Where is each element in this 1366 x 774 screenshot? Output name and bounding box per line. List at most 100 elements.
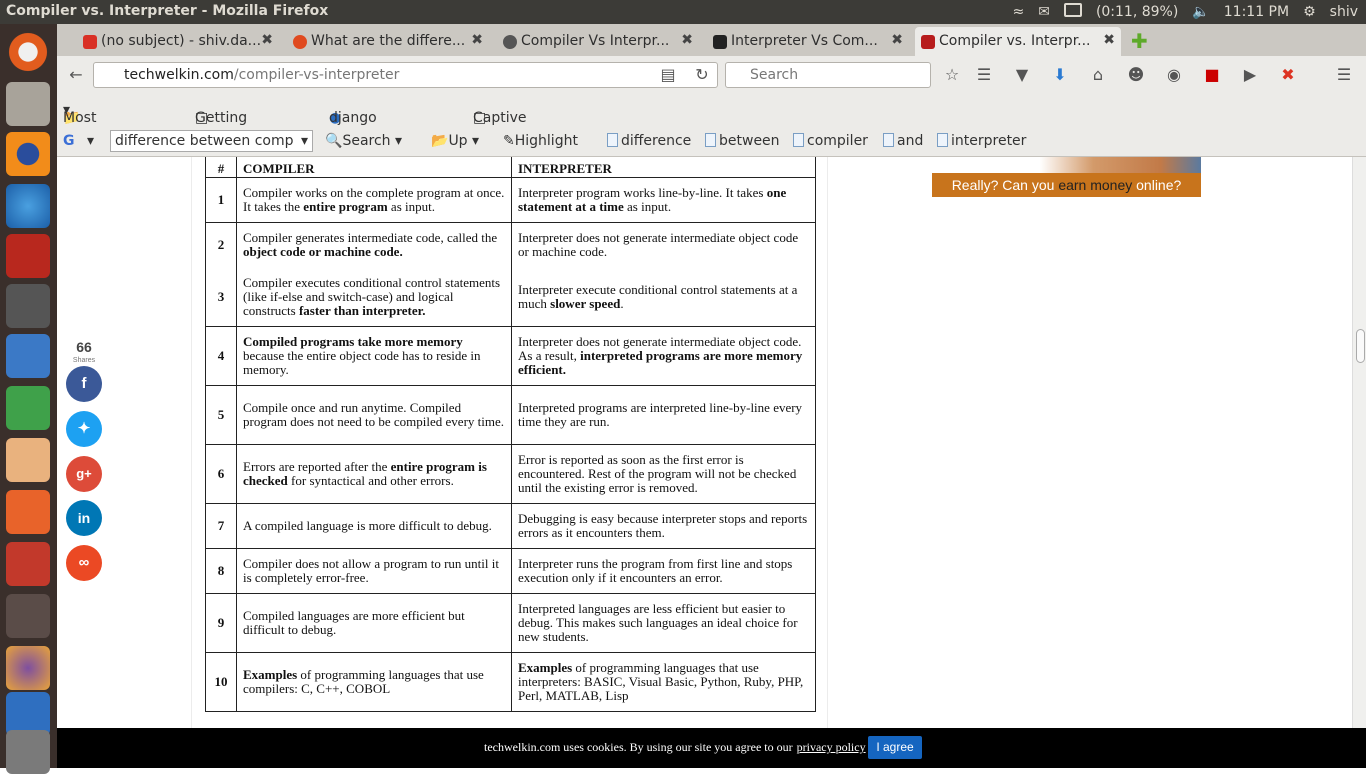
spreadsheet-icon[interactable] bbox=[6, 386, 50, 430]
chat-icon[interactable]: ☻ bbox=[1127, 66, 1145, 84]
term-between[interactable]: between bbox=[705, 133, 780, 149]
browser-icon[interactable] bbox=[6, 184, 50, 228]
document-icon bbox=[607, 133, 618, 147]
trash-icon[interactable] bbox=[6, 730, 50, 774]
system-top-bar: Compiler vs. Interpreter - Mozilla Firef… bbox=[0, 0, 1366, 24]
share-count: 66 Shares bbox=[71, 339, 97, 364]
new-tab-plus-icon[interactable]: ✚ bbox=[1131, 29, 1148, 53]
files-icon[interactable] bbox=[6, 82, 50, 126]
myshortcut-icon[interactable]: ■ bbox=[1203, 66, 1221, 84]
close-icon[interactable]: ✖ bbox=[681, 32, 693, 48]
tab-quora[interactable]: What are the differe... ✖ bbox=[287, 27, 489, 56]
extension-icon[interactable]: ◉ bbox=[1165, 66, 1183, 84]
facebook-share-button[interactable]: f bbox=[66, 366, 102, 402]
table-row: 10 Examples of programming languages that… bbox=[205, 652, 816, 712]
vertical-scrollbar[interactable] bbox=[1352, 157, 1366, 768]
reload-icon[interactable]: ↻ bbox=[693, 66, 711, 84]
github-icon bbox=[503, 35, 517, 49]
table-row: 8 Compiler does not allow a program to ru… bbox=[205, 548, 816, 594]
compiler-cell: Compile once and run anytime. Compiled p… bbox=[236, 385, 512, 445]
mail-icon[interactable]: ✉ bbox=[1038, 4, 1050, 20]
battery-icon[interactable] bbox=[1063, 3, 1082, 21]
stumbleupon-share-button[interactable]: ∞ bbox=[66, 545, 102, 581]
user-name[interactable]: shiv bbox=[1330, 4, 1358, 20]
system-settings-icon[interactable] bbox=[6, 542, 50, 586]
bookmarks-list-icon[interactable]: ☰ bbox=[975, 66, 993, 84]
google-toolbar: G ▾ difference between comp ▾ 🔍Search ▾ … bbox=[57, 126, 1366, 157]
document-viewer-icon[interactable] bbox=[6, 334, 50, 378]
row-number: 4 bbox=[205, 326, 237, 386]
close-icon[interactable]: ✖ bbox=[891, 32, 903, 48]
clock[interactable]: 11:11 PM bbox=[1224, 4, 1289, 20]
interpreter-cell: Interpreter does not generate intermedia… bbox=[511, 222, 816, 268]
toolbar-query: difference between comp bbox=[115, 133, 294, 149]
google-icon[interactable]: G bbox=[63, 133, 75, 149]
term-interpreter[interactable]: interpreter bbox=[937, 133, 1026, 149]
settings-icon[interactable]: ⚙ bbox=[1303, 4, 1316, 20]
term-difference[interactable]: difference bbox=[607, 133, 691, 149]
linkedin-share-button[interactable]: in bbox=[66, 500, 102, 536]
highlight-button[interactable]: ✎Highlight bbox=[503, 133, 578, 149]
up-button[interactable]: 📂Up ▾ bbox=[431, 133, 479, 149]
filezilla-icon[interactable] bbox=[6, 234, 50, 278]
tor-browser-icon[interactable] bbox=[6, 646, 50, 690]
compiler-cell: Compiled programs take more memory becau… bbox=[236, 326, 512, 386]
scrollbar-thumb[interactable] bbox=[1356, 329, 1365, 363]
downloads-icon[interactable]: ⬇ bbox=[1051, 66, 1069, 84]
tab-compiler-vs-interpreter[interactable]: Compiler Vs Interpr... ✖ bbox=[497, 27, 699, 56]
wifi-icon[interactable]: ≈ bbox=[1012, 4, 1024, 20]
ad-text-part: Really? Can you bbox=[951, 177, 1059, 193]
term-and[interactable]: and bbox=[883, 133, 923, 149]
googleplus-share-button[interactable]: g+ bbox=[66, 456, 102, 492]
table-row: 3 Compiler executes conditional control s… bbox=[205, 267, 816, 327]
tab-interpreter-vs-compiler[interactable]: Interpreter Vs Com... ✖ bbox=[707, 27, 909, 56]
privacy-policy-link[interactable]: privacy policy bbox=[797, 740, 866, 754]
ad-text[interactable]: Really? Can you earn money online? bbox=[932, 173, 1201, 197]
sublime-text-icon[interactable] bbox=[6, 284, 50, 328]
row-number: 1 bbox=[205, 177, 237, 223]
chevron-down-icon[interactable]: ▾ bbox=[87, 133, 94, 149]
advertisement-banner[interactable]: Really? Can you earn money online? bbox=[932, 157, 1201, 197]
navigation-bar: ← techwelkin.com/compiler-vs-interpreter… bbox=[57, 56, 1366, 94]
ubuntu-dash-icon[interactable] bbox=[6, 30, 50, 74]
search-button[interactable]: 🔍Search ▾ bbox=[325, 133, 402, 149]
i-agree-button[interactable]: I agree bbox=[868, 736, 922, 759]
chevron-down-icon[interactable]: ▾ bbox=[301, 133, 308, 149]
interpreter-cell: Interpreter execute conditional control … bbox=[511, 267, 816, 327]
close-icon[interactable]: ✖ bbox=[471, 32, 483, 48]
tab-active-techwelkin[interactable]: Compiler vs. Interpr... ✖ bbox=[915, 27, 1121, 56]
interpreter-cell: Interpreter does not generate intermedia… bbox=[511, 326, 816, 386]
term-compiler[interactable]: compiler bbox=[793, 133, 868, 149]
search-placeholder: Search bbox=[750, 67, 799, 83]
presentation-icon[interactable] bbox=[6, 438, 50, 482]
workspace-switcher-icon[interactable] bbox=[6, 594, 50, 638]
interpreter-cell: Interpreter program works line-by-line. … bbox=[511, 177, 816, 223]
cookie-text: techwelkin.com uses cookies. By using ou… bbox=[484, 740, 793, 754]
firefox-icon[interactable] bbox=[6, 132, 50, 176]
search-input[interactable]: Search bbox=[725, 62, 931, 88]
close-icon[interactable]: ✖ bbox=[1103, 32, 1115, 48]
document-icon bbox=[793, 133, 804, 147]
bookmark-most-visited[interactable]: 📁 Most Visited ▾ bbox=[63, 102, 110, 142]
menu-icon[interactable]: ☰ bbox=[1335, 66, 1353, 84]
table-row: 4 Compiled programs take more memory beca… bbox=[205, 326, 816, 386]
toolbar-search-input[interactable]: difference between comp ▾ bbox=[110, 130, 313, 152]
url-path: /compiler-vs-interpreter bbox=[233, 67, 400, 83]
adblock-icon[interactable]: ✖ bbox=[1279, 66, 1297, 84]
bookmark-star-icon[interactable]: ☆ bbox=[943, 66, 961, 84]
url-bar[interactable]: techwelkin.com/compiler-vs-interpreter bbox=[93, 62, 718, 88]
volume-icon[interactable]: 🔈 bbox=[1192, 4, 1209, 20]
table-row: 2 Compiler generates intermediate code, c… bbox=[205, 222, 816, 268]
tab-gmail[interactable]: (no subject) - shiv.da... ✖ bbox=[77, 27, 279, 56]
tab-label: Interpreter Vs Com... bbox=[731, 33, 878, 49]
compiler-cell: A compiled language is more difficult to… bbox=[236, 503, 512, 549]
home-icon[interactable]: ⌂ bbox=[1089, 66, 1107, 84]
close-icon[interactable]: ✖ bbox=[261, 32, 273, 48]
youtube-icon[interactable]: ▶ bbox=[1241, 66, 1259, 84]
twitter-share-button[interactable]: ✦ bbox=[66, 411, 102, 447]
reader-view-icon[interactable]: ▤ bbox=[659, 66, 677, 84]
software-center-icon[interactable] bbox=[6, 490, 50, 534]
row-number: 2 bbox=[205, 222, 237, 268]
back-arrow-icon[interactable]: ← bbox=[67, 66, 85, 84]
pocket-icon[interactable]: ▼ bbox=[1013, 66, 1031, 84]
